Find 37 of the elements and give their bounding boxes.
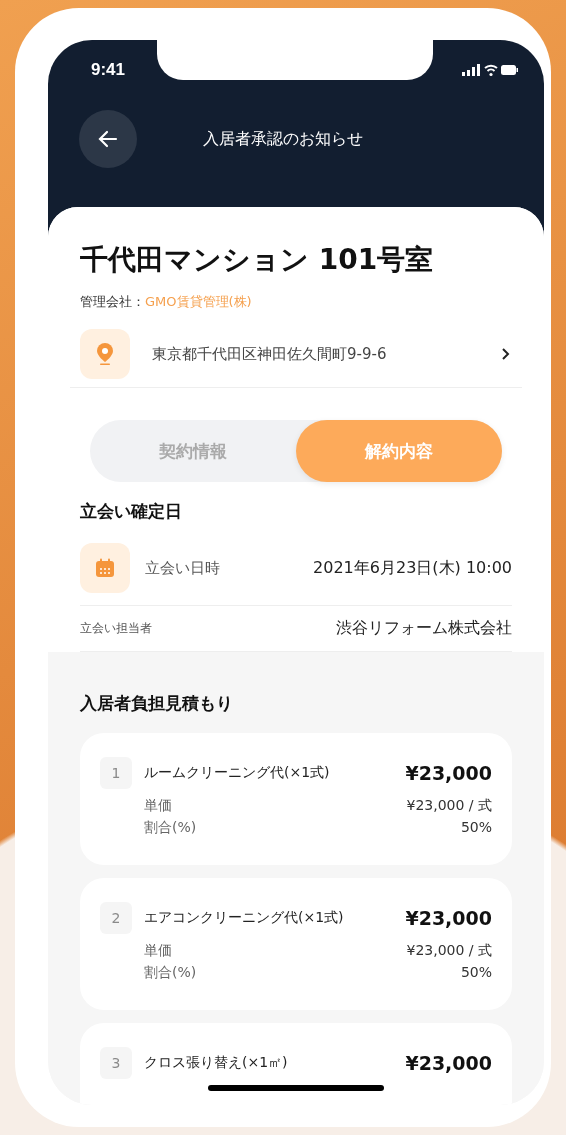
back-arrow-icon [97,128,119,150]
detail-label: 単価 [144,797,172,815]
detail-value: ¥23,000 / 式 [406,797,492,815]
detail-label: 単価 [144,942,172,960]
item-name: ルームクリーニング代(×1式) [144,764,331,782]
section-heading: 入居者負担見積もり [80,692,234,715]
detail-label: 割合(%) [144,964,197,982]
manager-link[interactable]: GMO賃貸管理(株) [145,294,252,309]
item-amount: ¥23,000 [405,907,492,929]
field-value: 2021年6月23日(木) 10:00 [313,557,512,579]
field-label: 立会い日時 [145,558,221,578]
detail-value: 50% [460,819,492,837]
item-number: 3 [100,1047,132,1079]
address-text: 東京都千代田区神田佐久間町9-9-6 [152,344,388,364]
item-amount: ¥23,000 [405,1052,492,1074]
detail-label: 割合(%) [144,819,197,837]
manager-label: 管理会社： [80,294,145,309]
location-pin-icon [95,342,115,366]
calendar-icon [94,557,116,579]
tab[interactable]: 契約情報 [90,420,296,482]
tab[interactable]: 解約内容 [296,420,502,482]
field-value: 渋谷リフォーム株式会社 [336,618,512,639]
property-name: 千代田マンション 101号室 [80,242,435,278]
status-time: 9:41 [91,60,126,80]
item-number: 1 [100,757,132,789]
item-name: エアコンクリーニング代(×1式) [144,909,345,927]
detail-value: ¥23,000 / 式 [406,942,492,960]
detail-value: 50% [460,964,492,982]
address-row[interactable]: 東京都千代田区神田佐久間町9-9-6 [70,311,522,388]
item-number: 2 [100,902,132,934]
item-amount: ¥23,000 [405,762,492,784]
chevron-right-icon [500,347,510,361]
item-name: クロス張り替え(×1㎡) [144,1054,289,1072]
status-icons [462,63,518,77]
header-title: 入居者承認のお知らせ [203,128,363,150]
field-label: 立会い担当者 [80,620,153,637]
section-heading: 立会い確定日 [80,500,183,523]
